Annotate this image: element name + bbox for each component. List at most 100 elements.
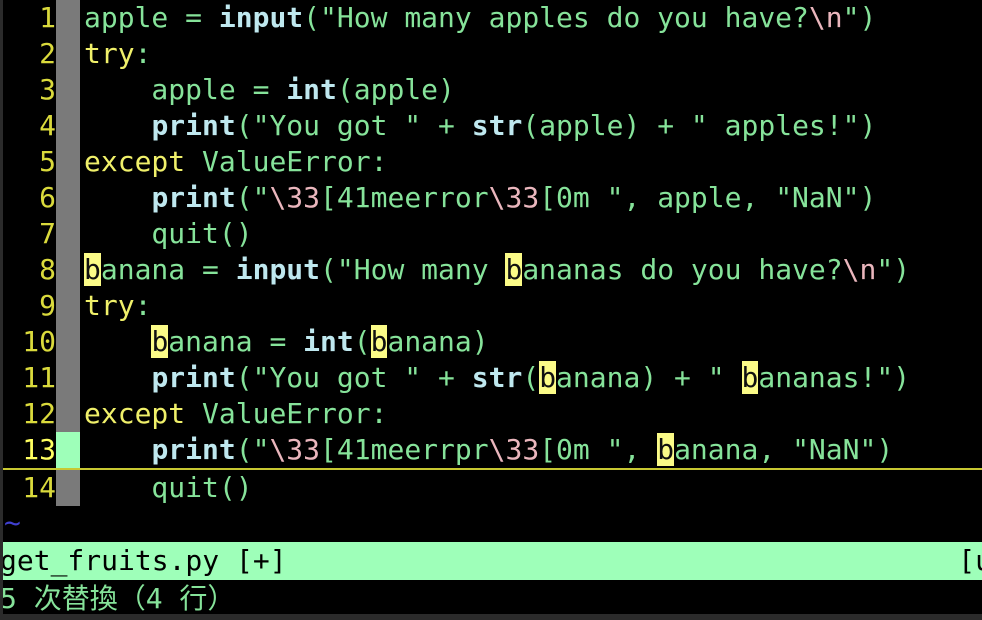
code-text: except ValueError: [80,144,387,180]
line-number: 9 [39,289,56,322]
code-token: : [370,145,388,178]
code-token: ValueError [202,397,371,430]
code-token: anana [674,433,759,466]
code-token: str [471,361,523,394]
code-token: apple [353,73,439,106]
code-line[interactable]: 5 except ValueError: [0,144,982,180]
code-token: ( [235,433,253,466]
code-token: [41meerror [320,181,489,214]
code-token: except [84,397,186,430]
code-line[interactable]: 10 banana = int(banana) [0,324,982,360]
sign-column [56,288,80,324]
code-line[interactable]: 9 try: [0,288,982,324]
code-text: quit() [80,470,252,506]
search-match: b [657,433,675,466]
code-line[interactable]: 14 quit() [0,470,982,506]
code-token: try [84,37,135,70]
code-token: () [218,217,253,250]
code-token: apple [84,73,236,106]
code-token: " [842,1,860,34]
code-token: "You got " [252,109,422,142]
code-token: ) [640,361,658,394]
code-token: \33 [269,433,321,466]
code-token: ( [336,73,354,106]
sign-column [56,216,80,252]
code-token: \33 [269,181,321,214]
line-number: 6 [39,181,56,214]
sign-column [56,252,80,288]
sign-column [56,180,80,216]
code-text: print("\33[41meerrpr\33[0m ", banana, "N… [80,432,893,468]
line-number: 3 [39,73,56,106]
sign-column [56,360,80,396]
code-token: ValueError [202,145,371,178]
code-token: " apples!" [690,109,860,142]
code-token: ( [303,1,321,34]
code-line[interactable]: 2 try: [0,36,982,72]
code-line[interactable]: 1 apple = input("How many apples do you h… [0,0,982,36]
search-match: b [370,325,388,358]
sign-column [56,324,80,360]
code-token: ( [320,253,337,286]
code-token: print [151,361,236,394]
code-token: ( [235,361,253,394]
code-token: ) [893,361,911,394]
code-token: [41meerrpr [320,433,489,466]
code-token: quit [84,217,219,250]
code-token: + [657,361,708,394]
status-filename: get_fruits.py [+] [0,544,287,577]
code-line[interactable]: 8 banana = input("How many bananas do you… [0,252,982,288]
code-token: : [134,37,152,70]
sign-column [56,36,80,72]
code-token: ) [859,1,877,34]
sign-column [56,396,80,432]
code-line[interactable]: 3 apple = int(apple) [0,72,982,108]
code-token: = [252,325,304,358]
sign-column [56,108,80,144]
code-token: ( [235,109,253,142]
code-text: apple = int(apple) [80,72,454,108]
vim-window: 1 apple = input("How many apples do you h… [0,0,982,620]
code-token: "NaN" [792,433,877,466]
code-token: ananas do you have? [522,253,843,286]
code-token: , apple, [623,181,776,214]
code-line[interactable]: 6 print("\33[41meerror\33[0m ", apple, "… [0,180,982,216]
code-token: anana [100,253,186,286]
sign-column [56,144,80,180]
code-token: ) [859,181,877,214]
code-token: "How many apples do you have? [320,1,809,34]
code-token: : [370,397,388,430]
code-text: banana = int(banana) [80,324,489,360]
line-number: 7 [39,217,56,250]
code-token: anana [556,361,641,394]
code-token: ) [859,109,877,142]
code-token: apple [539,109,624,142]
code-token: "How many [336,253,506,286]
code-token: anana [387,325,472,358]
code-token: "NaN" [775,181,860,214]
code-token: print [151,433,236,466]
sign-column [56,72,80,108]
code-line[interactable]: 11 print("You got " + str(banana) + " ba… [0,360,982,396]
code-text: try: [80,36,151,72]
code-line[interactable]: 4 print("You got " + str(apple) + " appl… [0,108,982,144]
line-number: 1 [39,1,56,34]
code-token: ananas!" [758,361,894,394]
text-buffer[interactable]: 1 apple = input("How many apples do you h… [0,0,982,540]
code-line[interactable]: 7 quit() [0,216,982,252]
code-line[interactable]: 12 except ValueError: [0,396,982,432]
code-token: ) [623,109,641,142]
code-token: \33 [488,181,540,214]
code-token: input [235,253,321,286]
code-line[interactable]: 13 print("\33[41meerrpr\33[0m ", banana,… [0,432,982,470]
code-token: quit [84,471,219,504]
code-token: ( [353,325,371,358]
code-token: [0m " [539,433,624,466]
code-text: quit() [80,216,253,252]
code-text: try: [80,288,151,324]
sign-column [56,0,80,36]
code-token: ( [235,181,253,214]
